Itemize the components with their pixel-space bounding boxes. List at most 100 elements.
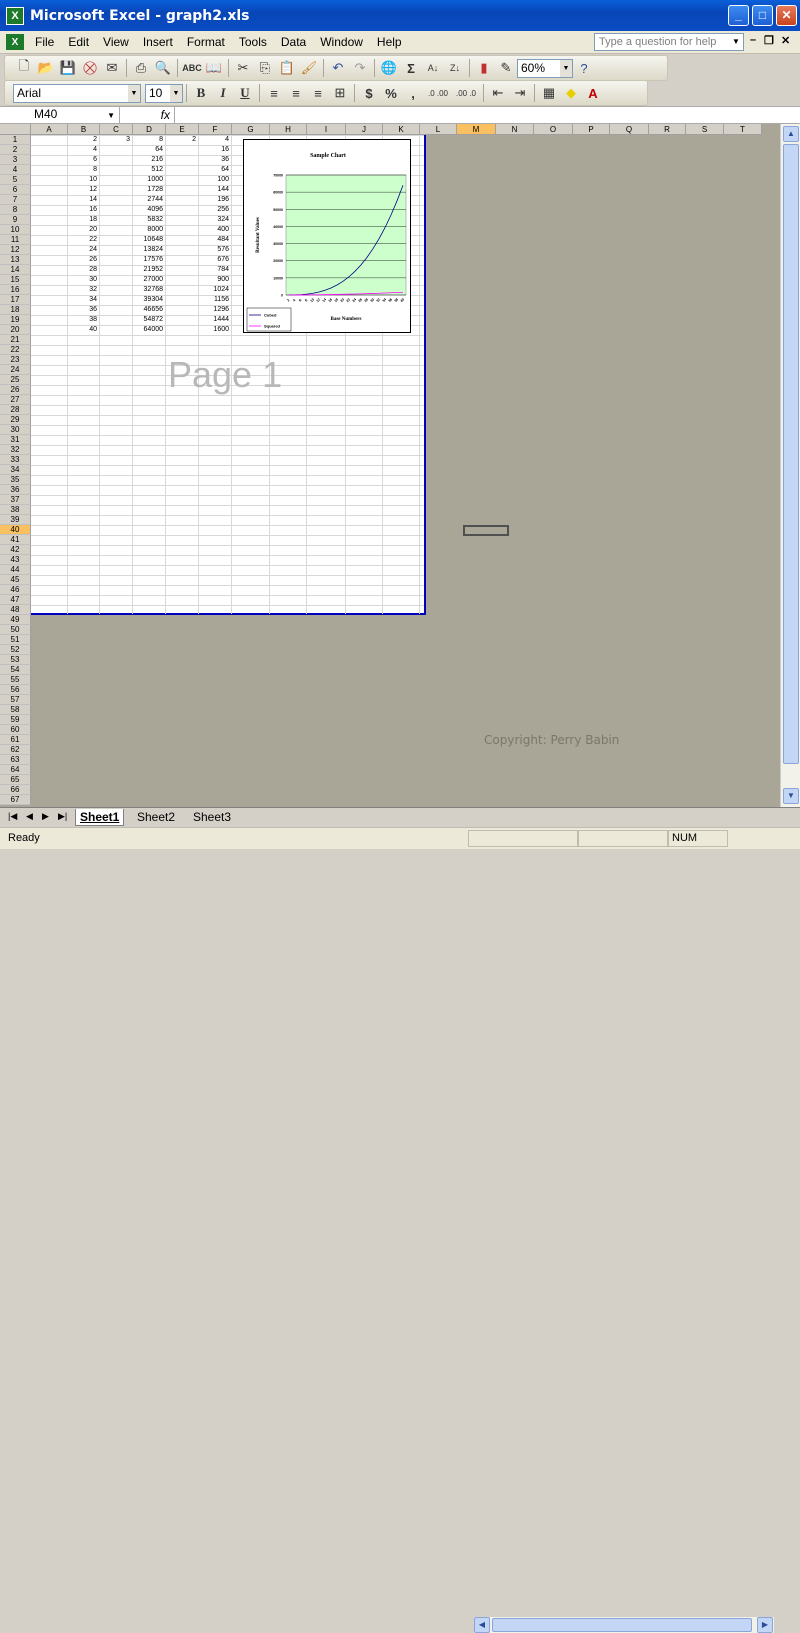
column-header-a[interactable]: A [31,124,68,135]
row-header-48[interactable]: 48 [0,605,31,615]
row-header-30[interactable]: 30 [0,425,31,435]
font-color-icon[interactable]: A [582,82,604,104]
italic-button[interactable]: I [212,82,234,104]
row-header-62[interactable]: 62 [0,745,31,755]
cell-f16[interactable]: 1024 [199,285,229,295]
cell-f3[interactable]: 36 [199,155,229,165]
email-icon[interactable]: ✉ [101,57,123,79]
cell-f19[interactable]: 1444 [199,315,229,325]
cell-b11[interactable]: 22 [68,235,97,245]
cell-f14[interactable]: 784 [199,265,229,275]
cell-f8[interactable]: 256 [199,205,229,215]
row-header-42[interactable]: 42 [0,545,31,555]
cell-b4[interactable]: 8 [68,165,97,175]
prev-sheet-button[interactable]: ◀ [26,811,33,822]
cell-d2[interactable]: 64 [133,145,163,155]
row-header-10[interactable]: 10 [0,225,31,235]
row-header-43[interactable]: 43 [0,555,31,565]
row-header-59[interactable]: 59 [0,715,31,725]
cell-f5[interactable]: 100 [199,175,229,185]
worksheet-grid[interactable]: ABCDEFGHIJKLMNOPQRST 1 2 3 4 5 6 7 8 9 10 11 12 13 14… [0,124,780,807]
scroll-right-button[interactable]: ▶ [757,1617,773,1633]
cell-f18[interactable]: 1296 [199,305,229,315]
column-header-o[interactable]: O [534,124,573,135]
paste-icon[interactable]: 📋 [276,57,298,79]
column-header-l[interactable]: L [420,124,457,135]
font-name-select[interactable]: Arial ▼ [13,83,141,103]
underline-button[interactable]: U [234,82,256,104]
cell-b10[interactable]: 20 [68,225,97,235]
menu-help[interactable]: Help [370,35,409,49]
column-header-f[interactable]: F [199,124,232,135]
column-header-d[interactable]: D [133,124,166,135]
row-header-20[interactable]: 20 [0,325,31,335]
row-header-66[interactable]: 66 [0,785,31,795]
row-header-51[interactable]: 51 [0,635,31,645]
row-header-61[interactable]: 61 [0,735,31,745]
row-header-9[interactable]: 9 [0,215,31,225]
undo-icon[interactable]: ↶ [327,57,349,79]
drawing-icon[interactable]: ✎ [495,57,517,79]
sort-ascending-icon[interactable]: A↓ [422,57,444,79]
cell-b9[interactable]: 18 [68,215,97,225]
tab-sheet3[interactable]: Sheet3 [189,809,235,826]
row-header-2[interactable]: 2 [0,145,31,155]
row-header-38[interactable]: 38 [0,505,31,515]
menu-format[interactable]: Format [180,35,232,49]
cell-b15[interactable]: 30 [68,275,97,285]
row-header-50[interactable]: 50 [0,625,31,635]
cell-b12[interactable]: 24 [68,245,97,255]
cell-d1[interactable]: 8 [133,135,163,145]
column-header-g[interactable]: G [232,124,270,135]
increase-indent-icon[interactable]: ⇥ [509,82,531,104]
menu-insert[interactable]: Insert [136,35,180,49]
row-header-47[interactable]: 47 [0,595,31,605]
row-header-65[interactable]: 65 [0,775,31,785]
row-header-35[interactable]: 35 [0,475,31,485]
redo-icon[interactable]: ↷ [349,57,371,79]
cell-f9[interactable]: 324 [199,215,229,225]
cell-f13[interactable]: 676 [199,255,229,265]
tab-sheet1[interactable]: Sheet1 [75,809,125,826]
row-header-36[interactable]: 36 [0,485,31,495]
row-header-15[interactable]: 15 [0,275,31,285]
cell-b19[interactable]: 38 [68,315,97,325]
chevron-down-icon[interactable]: ▼ [170,84,182,102]
ask-question-input[interactable]: Type a question for help [594,33,744,51]
sample-chart[interactable]: Sample Chart 70000 60000 50000 40000 30000 200… [243,139,411,333]
cell-f10[interactable]: 400 [199,225,229,235]
row-header-7[interactable]: 7 [0,195,31,205]
row-header-32[interactable]: 32 [0,445,31,455]
column-header-s[interactable]: S [686,124,724,135]
cell-f12[interactable]: 576 [199,245,229,255]
row-header-57[interactable]: 57 [0,695,31,705]
cell-d5[interactable]: 1000 [133,175,163,185]
scroll-down-button[interactable]: ▼ [783,788,799,804]
open-icon[interactable]: 📂 [35,57,57,79]
cell-f6[interactable]: 144 [199,185,229,195]
cell-f15[interactable]: 900 [199,275,229,285]
currency-button[interactable]: $ [358,82,380,104]
row-header-29[interactable]: 29 [0,415,31,425]
cell-d9[interactable]: 5832 [133,215,163,225]
format-painter-icon[interactable]: 🖌 [298,57,320,79]
row-header-56[interactable]: 56 [0,685,31,695]
row-header-6[interactable]: 6 [0,185,31,195]
cell-b17[interactable]: 34 [68,295,97,305]
cell-f17[interactable]: 1156 [199,295,229,305]
print-preview-icon[interactable]: 🔍 [152,57,174,79]
vertical-scrollbar[interactable]: ▲ ▼ [780,124,800,807]
chevron-down-icon[interactable]: ▼ [560,59,572,77]
column-header-k[interactable]: K [383,124,420,135]
column-header-j[interactable]: J [346,124,383,135]
row-header-1[interactable]: 1 [0,135,31,145]
cell-d19[interactable]: 54872 [133,315,163,325]
row-header-49[interactable]: 49 [0,615,31,625]
row-header-45[interactable]: 45 [0,575,31,585]
cell-d3[interactable]: 216 [133,155,163,165]
row-header-16[interactable]: 16 [0,285,31,295]
cell-d20[interactable]: 64000 [133,325,163,335]
row-header-39[interactable]: 39 [0,515,31,525]
row-header-53[interactable]: 53 [0,655,31,665]
cell-b14[interactable]: 28 [68,265,97,275]
